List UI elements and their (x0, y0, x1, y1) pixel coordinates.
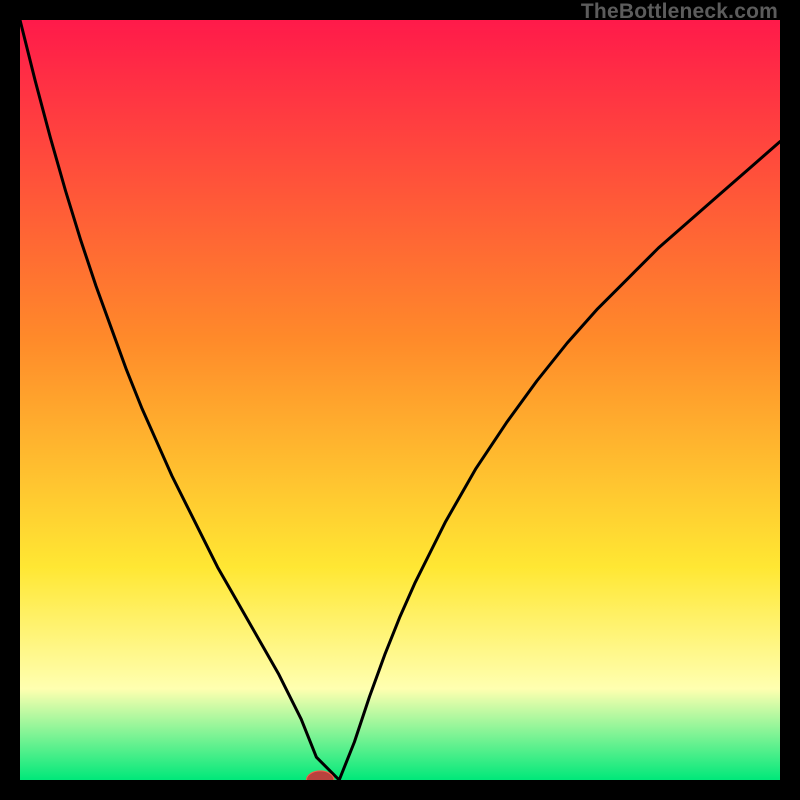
gradient-background (20, 20, 780, 780)
chart-frame (20, 20, 780, 780)
bottleneck-chart (20, 20, 780, 780)
watermark-text: TheBottleneck.com (581, 0, 778, 24)
